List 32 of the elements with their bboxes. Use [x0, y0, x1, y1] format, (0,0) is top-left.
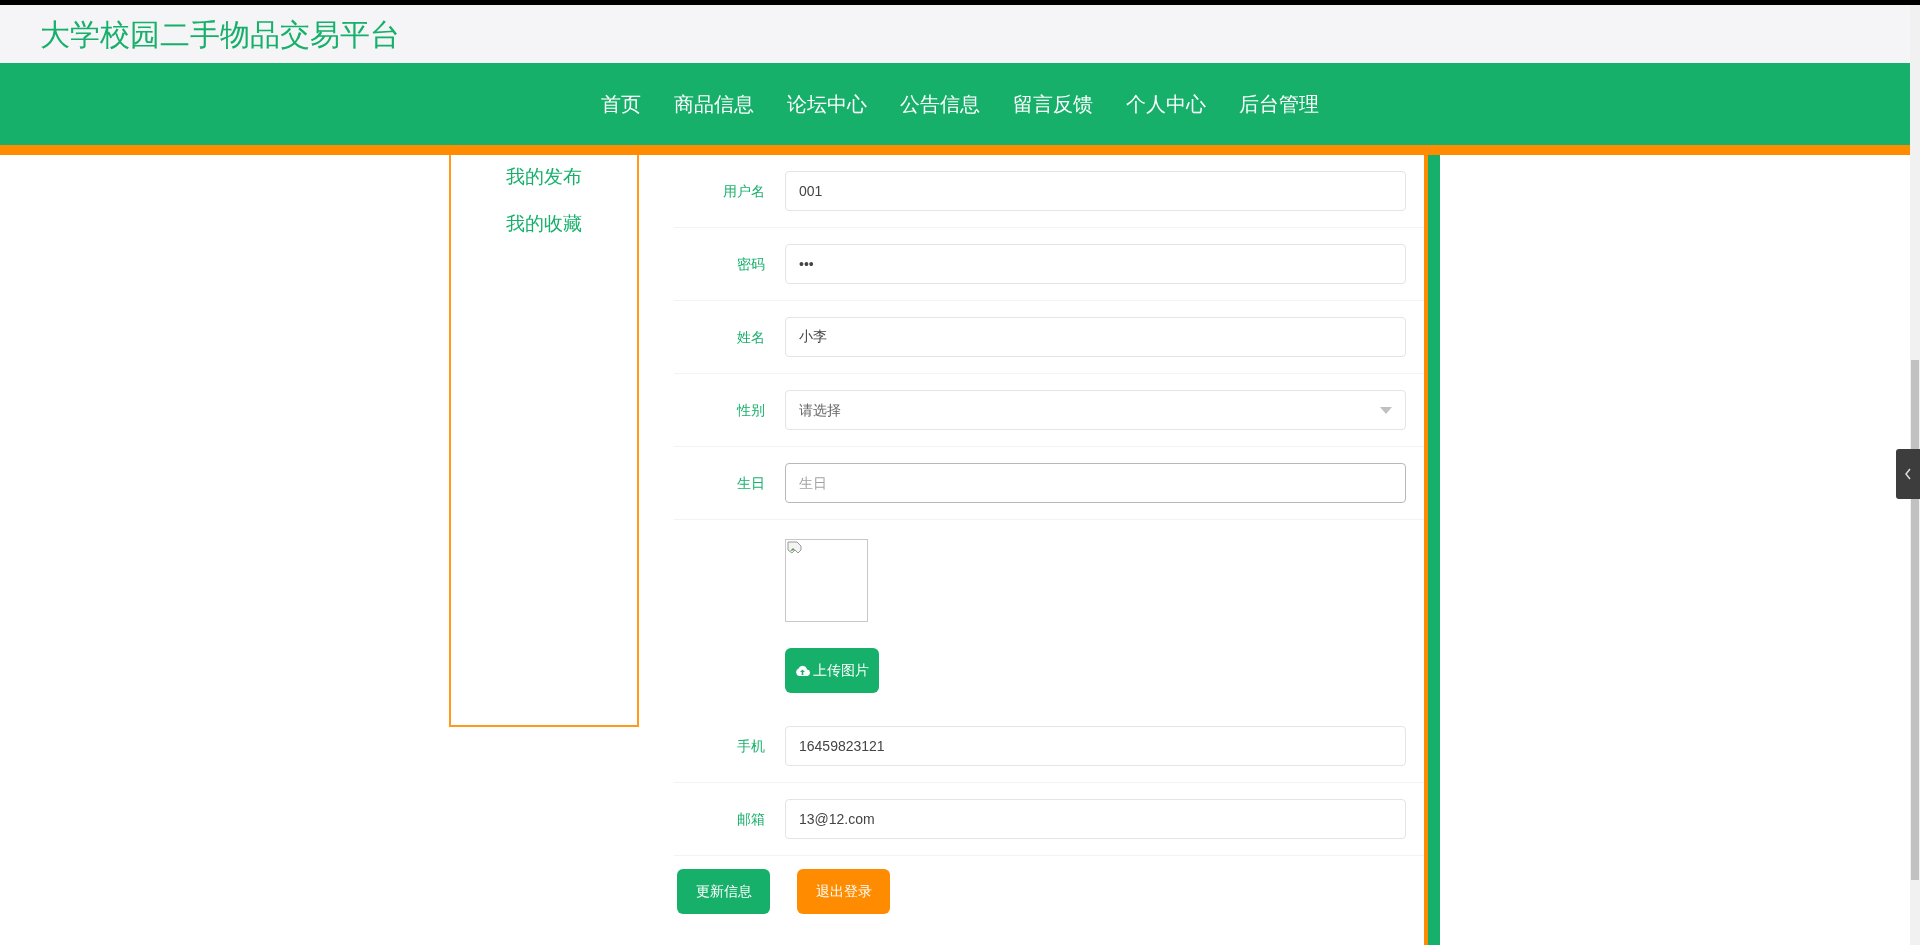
field-label: 生日 [737, 474, 765, 491]
cloud-upload-icon [795, 664, 810, 676]
nav-link[interactable]: 公告信息 [900, 89, 980, 119]
field-label: 用户名 [723, 182, 765, 199]
nav-link[interactable]: 首页 [601, 89, 641, 119]
dropdown-arrow-icon [1380, 406, 1392, 414]
field-label: 密码 [737, 255, 765, 272]
field-label: 姓名 [737, 328, 765, 345]
input-field[interactable]: 小李 [785, 317, 1406, 357]
logout-button[interactable]: 退出登录 [797, 869, 890, 914]
collapse-tab[interactable] [1896, 449, 1920, 499]
upload-button[interactable]: 上传图片 [785, 647, 879, 693]
input-field[interactable]: 001 [785, 171, 1406, 211]
nav-link[interactable]: 论坛中心 [787, 89, 867, 119]
input-field[interactable]: ••• [785, 244, 1406, 284]
nav-link[interactable]: 个人中心 [1126, 89, 1206, 119]
nav-link[interactable]: 后台管理 [1239, 89, 1319, 119]
nav-link[interactable]: 留言反馈 [1013, 89, 1093, 119]
scrollbar[interactable] [1910, 5, 1920, 945]
chevron-left-icon [1904, 468, 1912, 480]
field-label: 手机 [737, 737, 765, 754]
field-label: 性别 [737, 401, 765, 418]
nav-link[interactable]: 商品信息 [674, 89, 754, 119]
site-title: 大学校园二手物品交易平台 [40, 16, 400, 53]
input-field[interactable]: 生日 [785, 463, 1406, 503]
sidebar-item[interactable]: 我的收藏 [506, 209, 582, 238]
sidebar-item[interactable]: 我的发布 [506, 163, 582, 192]
input-field[interactable]: 16459823121 [785, 726, 1406, 766]
select-field[interactable]: 请选择 [785, 390, 1406, 430]
update-button[interactable]: 更新信息 [677, 869, 770, 914]
input-field[interactable]: 13@12.com [785, 799, 1406, 839]
field-label: 邮箱 [737, 810, 765, 827]
